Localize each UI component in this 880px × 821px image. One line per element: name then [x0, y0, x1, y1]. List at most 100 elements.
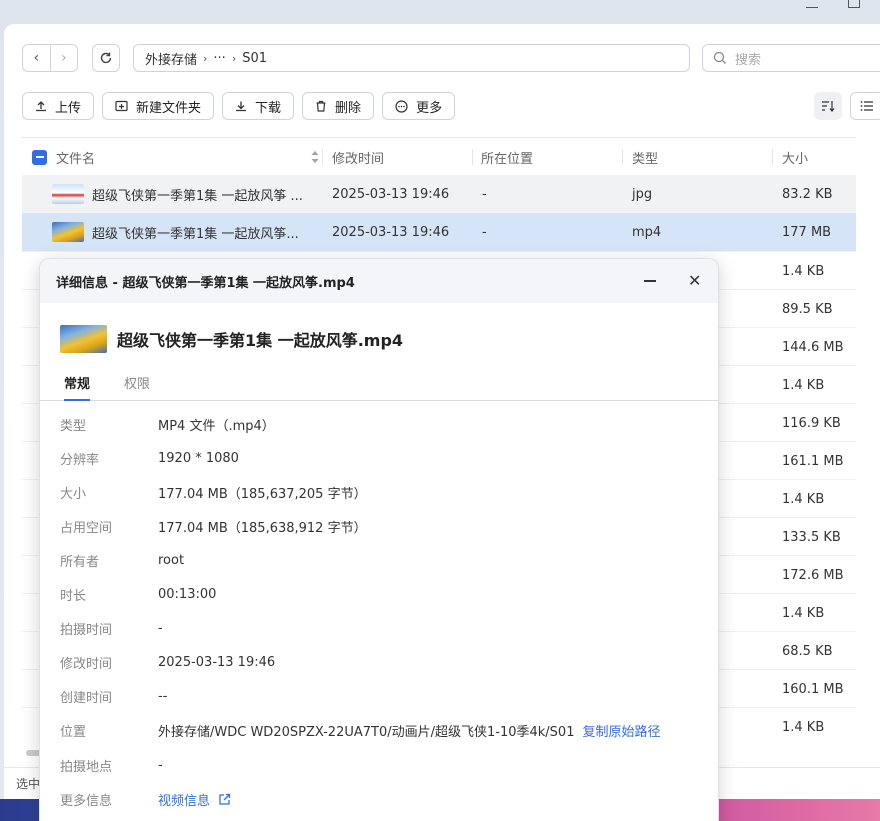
- upload-button[interactable]: 上传: [22, 92, 95, 120]
- file-size: 133.5 KB: [782, 529, 841, 545]
- prop-value: MP4 文件（.mp4）: [158, 418, 275, 434]
- minimize-icon[interactable]: [806, 0, 818, 8]
- prop-value: 00:13:00: [158, 586, 217, 602]
- file-size: 1.4 KB: [782, 491, 825, 507]
- prop-value: root: [158, 552, 185, 568]
- prop-disk-usage: 占用空间 177.04 MB（185,638,912 字节）: [60, 516, 367, 536]
- file-modified: 2025-03-13 19:46: [332, 186, 450, 202]
- header-size[interactable]: 大小: [782, 138, 808, 176]
- prop-label: 类型: [60, 418, 87, 434]
- breadcrumb-current[interactable]: S01: [242, 51, 267, 66]
- prop-value: -: [158, 620, 163, 636]
- download-button[interactable]: 下载: [222, 92, 295, 120]
- prop-label: 更多信息: [60, 793, 113, 809]
- external-link-icon[interactable]: [218, 793, 231, 806]
- tab-permissions[interactable]: 权限: [124, 373, 150, 401]
- upload-icon: [36, 101, 46, 112]
- table-row[interactable]: 超级飞侠第一季第1集 一起放风筝 ... 2025-03-13 19:46 - …: [22, 175, 856, 213]
- dialog-file-title: 超级飞侠第一季第1集 一起放风筝.mp4: [60, 325, 403, 353]
- prop-label: 所有者: [60, 554, 100, 570]
- nav-buttons: ‹ ›: [22, 44, 78, 72]
- window-controls: [806, 0, 860, 10]
- file-size: 172.6 MB: [782, 567, 844, 583]
- file-type: jpg: [632, 186, 653, 202]
- header-modified[interactable]: 修改时间: [332, 138, 384, 176]
- maximize-icon[interactable]: [848, 0, 860, 8]
- new-folder-label: 新建文件夹: [136, 100, 202, 116]
- file-location: -: [482, 186, 487, 202]
- file-size: 160.1 MB: [782, 681, 844, 697]
- prop-resolution: 分辨率 1920 * 1080: [60, 448, 239, 468]
- delete-label: 删除: [335, 100, 362, 116]
- details-dialog: 详细信息 - 超级飞侠第一季第1集 一起放风筝.mp4 ✕ 超级飞侠第一季第1集…: [39, 258, 719, 821]
- file-size: 1.4 KB: [782, 377, 825, 393]
- prop-shot-time: 拍摄时间 -: [60, 618, 163, 638]
- prop-owner: 所有者 root: [60, 550, 184, 570]
- prop-label: 时长: [60, 588, 87, 604]
- dialog-tabs: 常规 权限: [40, 367, 718, 401]
- chevron-right-icon: ›: [60, 50, 67, 66]
- prop-label: 修改时间: [60, 656, 113, 672]
- prop-value: --: [158, 688, 168, 704]
- list-view-button[interactable]: [850, 92, 880, 120]
- file-size: 144.6 MB: [782, 339, 844, 355]
- more-button[interactable]: 更多: [382, 92, 456, 120]
- file-location: -: [482, 224, 487, 240]
- file-size: 161.1 MB: [782, 453, 844, 469]
- download-label: 下载: [255, 100, 282, 116]
- delete-button[interactable]: 删除: [302, 92, 375, 120]
- chevron-right-icon: ›: [231, 51, 237, 65]
- new-folder-icon: [115, 100, 128, 112]
- back-button[interactable]: ‹: [23, 45, 50, 71]
- breadcrumb-external-storage[interactable]: 外接存储: [145, 49, 197, 68]
- forward-button[interactable]: ›: [49, 45, 78, 71]
- prop-value: 2025-03-13 19:46: [158, 654, 276, 670]
- dialog-file-name: 超级飞侠第一季第1集 一起放风筝.mp4: [117, 331, 404, 350]
- breadcrumb-ellipsis[interactable]: ···: [213, 51, 225, 66]
- prop-label: 占用空间: [60, 520, 113, 536]
- list-view-icon: [860, 101, 873, 111]
- file-name: 超级飞侠第一季第1集 一起放风筝...: [92, 226, 299, 242]
- prop-shot-location: 拍摄地点 -: [60, 755, 163, 775]
- sort-arrows-icon[interactable]: [310, 150, 320, 164]
- prop-label: 创建时间: [60, 690, 113, 706]
- video-info-link[interactable]: 视频信息: [158, 790, 210, 809]
- file-size: 89.5 KB: [782, 301, 833, 317]
- prop-size: 大小 177.04 MB（185,637,205 字节）: [60, 482, 367, 502]
- prop-type: 类型 MP4 文件（.mp4）: [60, 414, 275, 434]
- prop-duration: 时长 00:13:00: [60, 584, 216, 604]
- file-name: 超级飞侠第一季第1集 一起放风筝 ...: [92, 188, 303, 204]
- copy-path-link[interactable]: 复制原始路径: [582, 721, 660, 740]
- dialog-header: 详细信息 - 超级飞侠第一季第1集 一起放风筝.mp4 ✕: [40, 259, 718, 303]
- more-label: 更多: [416, 100, 443, 116]
- file-size: 1.4 KB: [782, 719, 825, 735]
- video-thumbnail: [52, 222, 84, 242]
- file-type: mp4: [632, 224, 662, 240]
- prop-value: -: [158, 757, 163, 773]
- sort-button[interactable]: [814, 92, 842, 120]
- search-input[interactable]: 搜索: [702, 44, 880, 72]
- tab-general[interactable]: 常规: [64, 373, 91, 401]
- refresh-button[interactable]: [92, 44, 120, 72]
- minimize-icon[interactable]: [644, 280, 656, 282]
- prop-more-info: 更多信息 视频信息: [60, 789, 231, 809]
- search-placeholder: 搜索: [735, 52, 762, 68]
- prop-value: 177.04 MB（185,638,912 字节）: [158, 520, 367, 536]
- header-name[interactable]: 文件名: [56, 138, 95, 176]
- refresh-icon: [100, 52, 112, 64]
- select-all-checkbox[interactable]: [32, 138, 47, 176]
- new-folder-button[interactable]: 新建文件夹: [102, 92, 215, 120]
- file-size: 83.2 KB: [782, 186, 833, 202]
- address-bar[interactable]: 外接存储 › ··· › S01: [133, 44, 690, 72]
- file-size: 1.4 KB: [782, 263, 825, 279]
- prop-label: 拍摄地点: [60, 759, 113, 775]
- prop-label: 拍摄时间: [60, 622, 113, 638]
- header-type[interactable]: 类型: [632, 138, 658, 176]
- header-location[interactable]: 所在位置: [481, 138, 533, 176]
- video-thumbnail: [60, 325, 107, 353]
- dialog-header-title: 详细信息 - 超级飞侠第一季第1集 一起放风筝.mp4: [56, 275, 355, 291]
- close-icon[interactable]: ✕: [688, 271, 701, 290]
- prop-value: 177.04 MB（185,637,205 字节）: [158, 486, 367, 502]
- table-row-selected[interactable]: 超级飞侠第一季第1集 一起放风筝... 2025-03-13 19:46 - m…: [22, 213, 856, 251]
- chevron-left-icon: ‹: [33, 50, 40, 66]
